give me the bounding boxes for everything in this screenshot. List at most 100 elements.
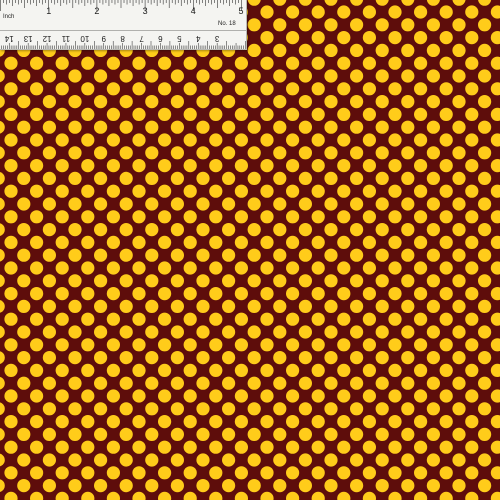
polka-dot: [452, 453, 466, 467]
polka-dot: [286, 82, 300, 96]
polka-dot: [4, 389, 18, 403]
polka-dot: [311, 107, 325, 121]
polka-dot: [106, 56, 120, 70]
polka-dot: [234, 389, 248, 403]
polka-dot: [324, 171, 338, 185]
polka-dot: [375, 453, 389, 467]
polka-dot: [324, 376, 338, 390]
polka-dot: [55, 261, 69, 275]
polka-dot: [145, 325, 159, 339]
polka-dot: [234, 235, 248, 249]
polka-dot: [183, 466, 197, 480]
polka-dot: [247, 299, 261, 313]
polka-dot: [414, 56, 428, 70]
polka-dot: [106, 389, 120, 403]
polka-dot: [94, 376, 108, 390]
cm-number: 6: [158, 34, 163, 43]
polka-dot: [4, 312, 18, 326]
polka-dot: [209, 338, 223, 352]
polka-dot: [234, 440, 248, 454]
polka-dot: [94, 427, 108, 441]
polka-dot: [401, 479, 415, 493]
polka-dot: [388, 184, 402, 198]
polka-dot: [286, 30, 300, 45]
polka-dot: [465, 287, 479, 301]
polka-dot: [29, 312, 44, 326]
polka-dot: [42, 376, 57, 390]
polka-dot: [158, 56, 172, 70]
polka-dot: [311, 261, 325, 275]
polka-dot: [260, 107, 274, 121]
polka-dot: [119, 376, 133, 390]
polka-dot: [414, 82, 428, 96]
polka-dot: [426, 171, 440, 185]
polka-dot: [401, 171, 415, 185]
polka-dot: [17, 274, 31, 288]
polka-dot: [42, 223, 57, 237]
polka-dot: [362, 415, 376, 429]
polka-dot: [68, 351, 82, 365]
polka-dot: [273, 197, 287, 211]
polka-dot: [222, 120, 236, 134]
polka-dot: [286, 235, 300, 249]
polka-dot: [196, 376, 210, 390]
polka-dot: [414, 159, 428, 173]
polka-dot: [426, 299, 440, 313]
polka-dot: [260, 415, 274, 429]
polka-dot: [298, 171, 312, 185]
polka-dot: [183, 287, 197, 301]
polka-dot: [375, 197, 389, 211]
polka-dot: [375, 479, 389, 493]
polka-dot: [68, 146, 82, 160]
polka-dot: [68, 223, 82, 237]
polka-dot: [439, 415, 453, 429]
polka-dot: [106, 82, 120, 96]
polka-dot: [337, 261, 351, 275]
polka-dot: [375, 351, 389, 365]
polka-dot: [324, 120, 338, 134]
polka-dot: [29, 210, 44, 224]
polka-dot: [94, 351, 108, 365]
polka-dot: [247, 120, 261, 134]
polka-dot: [209, 56, 223, 70]
polka-dot: [4, 363, 18, 377]
polka-dot: [55, 235, 69, 249]
polka-dot: [222, 453, 236, 467]
polka-dot: [222, 146, 236, 160]
polka-dot: [145, 299, 159, 313]
polka-dot: [106, 338, 120, 352]
polka-dot: [145, 479, 159, 493]
inch-scale-ticks: [0, 0, 242, 11]
polka-dot: [222, 376, 236, 390]
polka-dot: [401, 274, 415, 288]
polka-dot: [388, 56, 402, 70]
polka-dot: [273, 95, 287, 109]
polka-dot: [55, 107, 69, 121]
polka-dot: [132, 235, 146, 249]
polka-dot: [196, 274, 210, 288]
cm-number: 9: [101, 34, 106, 43]
polka-dot: [145, 376, 159, 390]
polka-dot: [209, 210, 223, 224]
polka-dot: [260, 82, 274, 96]
polka-dot: [106, 235, 120, 249]
polka-dot: [4, 338, 18, 352]
polka-dot: [42, 69, 57, 83]
polka-dot: [17, 69, 31, 83]
polka-dot: [260, 210, 274, 224]
polka-dot: [350, 479, 364, 493]
polka-dot: [273, 274, 287, 288]
polka-dot: [106, 415, 120, 429]
polka-dot: [81, 107, 95, 121]
polka-dot: [132, 261, 146, 275]
polka-dot: [311, 466, 325, 480]
polka-dot: [260, 466, 274, 480]
polka-dot: [439, 440, 453, 454]
polka-dot: [145, 453, 159, 467]
polka-dot: [158, 235, 172, 249]
polka-dot: [17, 95, 31, 109]
polka-dot: [426, 95, 440, 109]
polka-dot: [145, 146, 159, 160]
polka-dot: [106, 287, 120, 301]
polka-dot: [183, 261, 197, 275]
